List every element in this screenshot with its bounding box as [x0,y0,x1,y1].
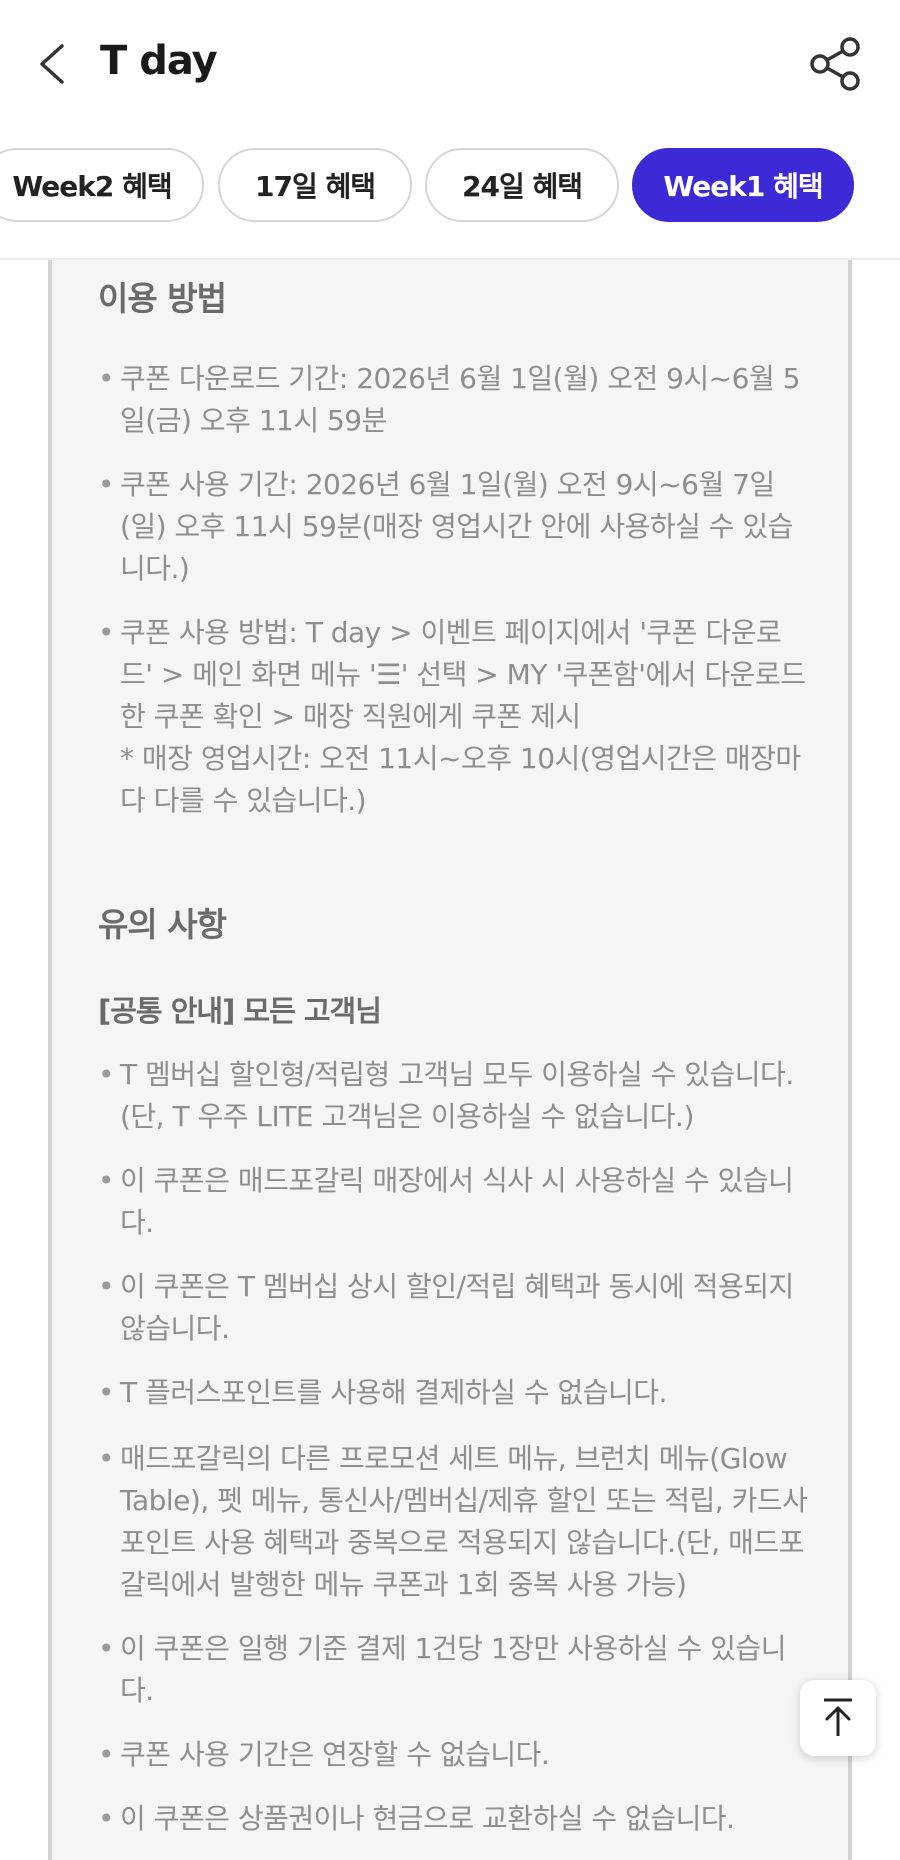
scroll-to-top-button[interactable] [800,1680,876,1756]
notice-item: • 이 쿠폰은 T 멤버십 상시 할인/적립 혜택과 동시에 적용되지 않습니다… [98,1266,808,1350]
share-button[interactable] [806,34,866,94]
page-title: T day [100,38,218,84]
bullet: • [98,1164,115,1197]
notice-item: • 매드포갈릭의 다른 프로모션 세트 메뉴, 브런치 메뉴(Glow Tabl… [98,1438,808,1606]
scroll-to-top-icon [824,1698,852,1736]
notice-heading: 유의 사항 [98,905,227,944]
share-icon [810,37,860,91]
tab-17th[interactable]: 17일 혜택 [218,148,412,222]
benefit-tabs: Week2 혜택 17일 혜택 24일 혜택 Week1 혜택 [0,148,900,226]
tab-week1[interactable]: Week1 혜택 [632,148,854,222]
notice-item: • 이 쿠폰은 상품권이나 현금으로 교환하실 수 없습니다. [98,1798,808,1840]
bullet: • [98,1058,115,1091]
notice-item: • 쿠폰 사용 기간은 연장할 수 없습니다. [98,1734,808,1776]
bullet: • [98,362,115,395]
bullet: • [98,1802,115,1835]
usage-heading: 이용 방법 [98,279,227,318]
bullet: • [98,1738,115,1771]
bullet: • [98,616,115,649]
notice-item: • 이 쿠폰은 일행 기준 결제 1건당 1장만 사용하실 수 있습니다. [98,1628,808,1712]
back-arrow-icon [40,44,64,84]
bullet: • [98,1270,115,1303]
bullet: • [98,1632,115,1665]
notice-item: • 이 쿠폰은 매드포갈릭 매장에서 식사 시 사용하실 수 있습니다. [98,1160,808,1244]
bullet: • [98,468,115,501]
usage-item: • 쿠폰 다운로드 기간: 2026년 6월 1일(월) 오전 9시~6월 5일… [98,358,808,442]
bullet: • [98,1442,115,1475]
back-button[interactable] [30,34,74,94]
notice-item: • T 플러스포인트를 사용해 결제하실 수 없습니다. [98,1372,808,1414]
usage-item: • 쿠폰 사용 기간: 2026년 6월 1일(월) 오전 9시~6월 7일(일… [98,464,808,590]
bullet: • [98,1376,115,1409]
notice-subheading: [공통 안내] 모든 고객님 [98,994,382,1028]
notice-item: • T 멤버십 할인형/적립형 고객님 모두 이용하실 수 있습니다.(단, T… [98,1054,808,1138]
tab-24th[interactable]: 24일 혜택 [425,148,619,222]
usage-item: • 쿠폰 사용 방법: T day > 이벤트 페이지에서 '쿠폰 다운로드' … [98,612,808,822]
top-bar: T day [0,0,900,130]
tab-week2[interactable]: Week2 혜택 [0,148,204,222]
